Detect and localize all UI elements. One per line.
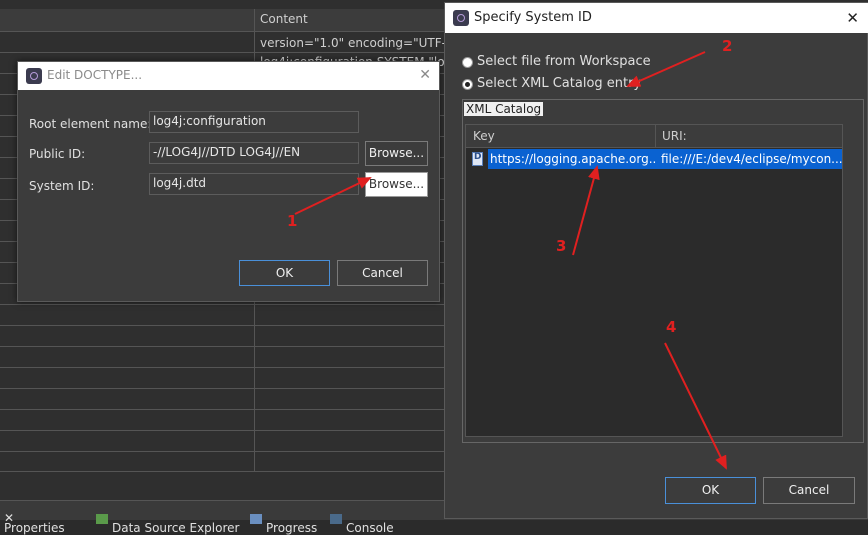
tab-progress-label: Progress xyxy=(266,521,318,535)
annotation-1: 1 xyxy=(287,212,298,230)
tab-data-source-label: Data Source Explorer xyxy=(112,521,240,535)
tab-console-label: Console xyxy=(346,521,394,535)
annotation-3: 3 xyxy=(556,237,567,255)
arrow-4 xyxy=(664,342,727,470)
tab-properties-label: Properties xyxy=(4,521,65,535)
arrow-1 xyxy=(294,177,372,215)
arrow-2 xyxy=(626,51,706,87)
annotation-4: 4 xyxy=(666,318,677,336)
arrow-3 xyxy=(572,165,600,256)
annotation-arrows xyxy=(294,51,727,470)
annotation-2: 2 xyxy=(722,37,733,55)
